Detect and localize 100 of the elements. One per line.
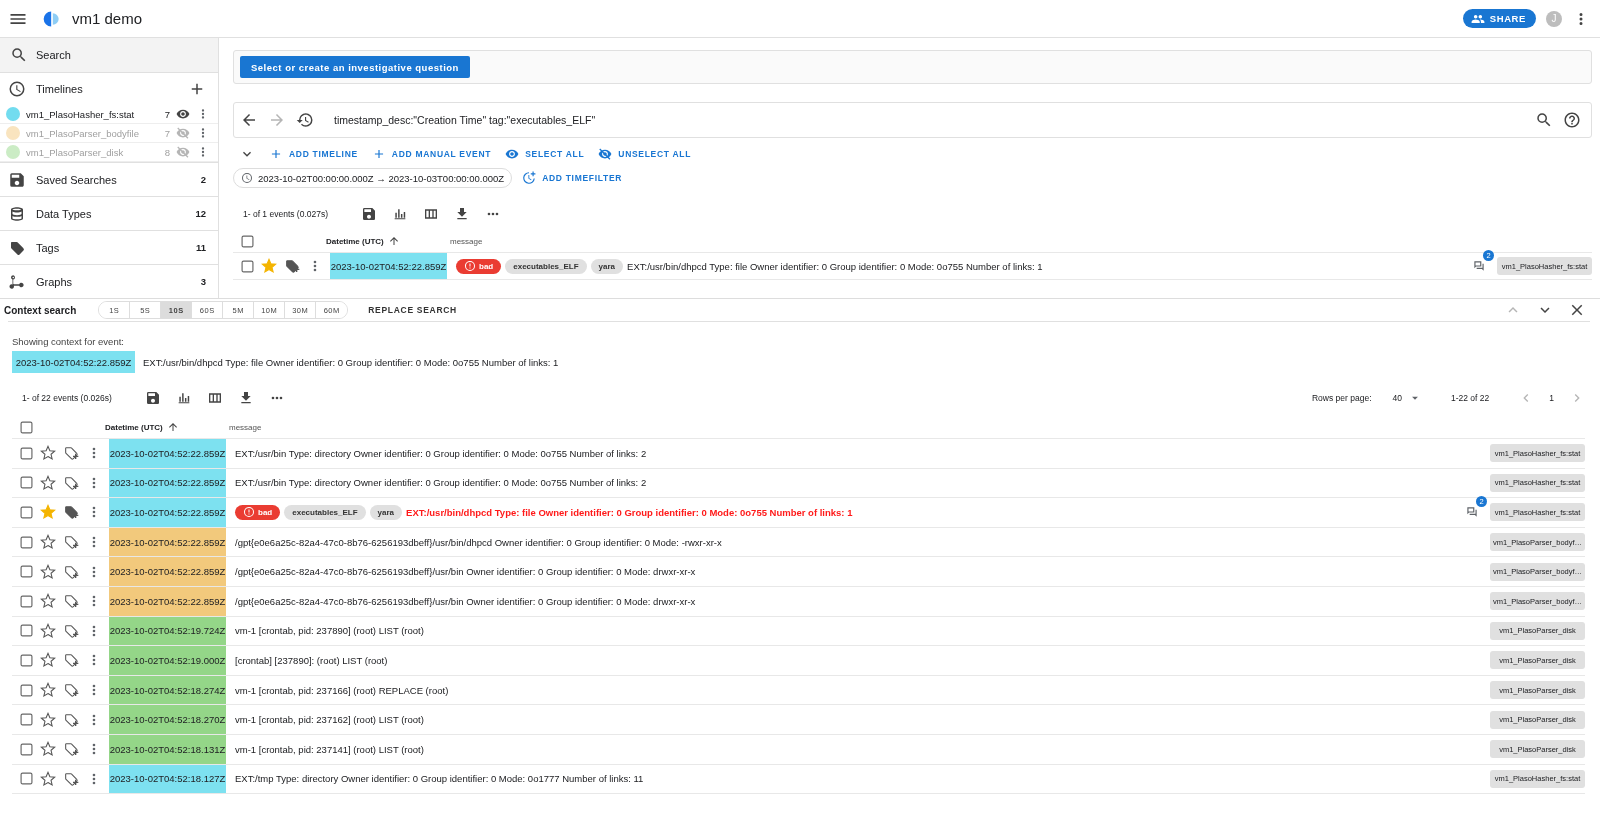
tag-chip[interactable]: yara	[590, 258, 624, 274]
datetime-cell: 2023-10-02T04:52:22.859Z	[12, 351, 135, 373]
search-icon[interactable]	[1535, 111, 1553, 129]
save-icon[interactable]	[144, 390, 161, 406]
eye-icon[interactable]	[176, 107, 190, 121]
action-button[interactable]: UNSELECT ALL	[598, 147, 692, 161]
star-icon[interactable]	[40, 622, 56, 639]
tag-plus-icon[interactable]	[63, 622, 79, 639]
action-button[interactable]: SELECT ALL	[505, 147, 585, 161]
tag-plus-icon[interactable]	[284, 258, 300, 274]
columns-icon[interactable]	[206, 390, 223, 406]
star-icon[interactable]	[40, 445, 56, 462]
event-count: 7	[164, 108, 170, 120]
database-icon	[8, 204, 26, 223]
sidebar-search[interactable]: Search	[0, 38, 218, 73]
timeline-color-dot[interactable]	[6, 107, 20, 121]
tag-chip[interactable]: bad	[456, 258, 502, 274]
star-icon[interactable]	[40, 711, 56, 728]
timeline-color-dot[interactable]	[6, 126, 20, 140]
timeline-name[interactable]: vm1_PlasoHasher_fs:stat	[26, 108, 159, 120]
star-icon[interactable]	[40, 474, 56, 491]
datetime-cell: 2023-10-02T04:52:22.859Z	[109, 586, 226, 616]
row-checkbox[interactable]	[20, 772, 33, 786]
datetime-cell: 2023-10-02T04:52:19.000Z	[109, 646, 226, 675]
event-message: EXT:/usr/bin/dhpcd Type: file Owner identifier: 0 Group identifier: 0 Mode: 0o755 Number of links: 1	[627, 260, 1043, 272]
row-checkbox[interactable]	[20, 742, 33, 756]
star-icon[interactable]	[40, 593, 56, 610]
row-checkbox[interactable]	[20, 535, 33, 549]
event-message: /gpt{e0e6a25c-82a4-47c0-8b76-6256193dbeff}/usr/bin/dhpcd Owner identifier: 0 Group identifier: 0 Mode: -rwxr-xr-x	[235, 536, 722, 548]
row-checkbox[interactable]	[20, 446, 33, 460]
tag-plus-icon[interactable]	[63, 445, 79, 462]
tag-plus-icon[interactable]	[63, 711, 79, 728]
row-checkbox[interactable]	[241, 259, 254, 273]
clock-icon	[8, 80, 26, 98]
row-checkbox[interactable]	[20, 683, 33, 697]
tag-plus-icon[interactable]	[63, 474, 79, 491]
tag-plus-icon[interactable]	[63, 770, 79, 787]
star-icon[interactable]	[40, 652, 56, 669]
comment-icon[interactable]	[1472, 259, 1486, 273]
tag-plus-icon[interactable]	[63, 563, 79, 580]
star-icon[interactable]	[40, 770, 56, 787]
section-count: 2	[200, 174, 206, 185]
star-icon[interactable]	[40, 741, 56, 758]
event-message: vm-1 [crontab, pid: 237141] (root) LIST (root)	[235, 743, 424, 755]
event-message: [crontab] [237890]: (root) LIST (root)	[235, 654, 388, 666]
datetime-cell: 2023-10-02T04:52:18.127Z	[109, 764, 226, 794]
event-message: /gpt{e0e6a25c-82a4-47c0-8b76-6256193dbeff}/usr/bin Owner identifier: 0 Group identifier: 0 Mode: drwxr-xr-x	[235, 566, 696, 578]
replace-search-button[interactable]: REPLACE SEARCH	[362, 304, 463, 316]
tag-plus-icon[interactable]	[63, 534, 79, 551]
section-title[interactable]: Saved Searches	[36, 173, 117, 186]
help-icon[interactable]	[1563, 111, 1581, 129]
section-title[interactable]: Graphs	[36, 275, 73, 288]
page-number[interactable]: 1	[1549, 393, 1554, 403]
tag-chip[interactable]: executables_ELF	[505, 258, 587, 274]
history-icon[interactable]	[296, 111, 314, 129]
column-header: message	[229, 422, 262, 432]
action-button[interactable]: ADD MANUAL EVENT	[371, 147, 492, 161]
star-icon[interactable]	[40, 504, 56, 521]
investigative-question-button[interactable]: Select or create an investigative question	[240, 56, 470, 78]
row-checkbox[interactable]	[20, 624, 33, 638]
tag-chip[interactable]: yara	[369, 505, 403, 520]
section-title[interactable]: Data Types	[36, 207, 92, 220]
eye-off-icon	[598, 147, 613, 161]
row-checkbox[interactable]	[20, 476, 33, 490]
section-title: Timelines	[36, 83, 83, 95]
star-icon[interactable]	[40, 534, 56, 551]
tag-plus-icon[interactable]	[63, 652, 79, 669]
select-all-checkbox[interactable]	[20, 420, 33, 434]
tag-plus-icon[interactable]	[63, 504, 79, 521]
row-checkbox[interactable]	[20, 713, 33, 727]
row-checkbox[interactable]	[20, 565, 33, 579]
page-range: 1-22 of 22	[1451, 393, 1490, 403]
columns-icon[interactable]	[423, 206, 440, 222]
star-icon[interactable]	[40, 682, 56, 699]
timeline-color-dot[interactable]	[6, 145, 20, 159]
tag-plus-icon[interactable]	[63, 741, 79, 758]
search-query-field[interactable]: timestamp_desc:"Creation Time" tag:"executables_ELF"	[334, 114, 1525, 126]
section-title[interactable]: Tags	[36, 241, 60, 254]
star-icon[interactable]	[261, 258, 277, 274]
action-button[interactable]: ADD TIMELINE	[269, 147, 358, 161]
star-icon[interactable]	[40, 563, 56, 580]
add-timefilter-button[interactable]: ADD TIMEFILTER	[522, 171, 623, 185]
column-header[interactable]: Datetime (UTC)	[105, 422, 163, 432]
row-checkbox[interactable]	[20, 506, 33, 519]
clock-plus-icon	[522, 171, 537, 185]
tag-plus-icon[interactable]	[63, 593, 79, 610]
tag-chip[interactable]: bad	[235, 505, 281, 520]
tag-plus-icon[interactable]	[63, 682, 79, 699]
rows-per-page-select[interactable]: 40	[1392, 391, 1422, 405]
row-checkbox[interactable]	[20, 653, 33, 667]
results-summary: 1- of 1 events (0.027s)	[243, 209, 329, 219]
row-checkbox[interactable]	[20, 594, 33, 608]
rows-per-page-label: Rows per page:	[1311, 393, 1372, 403]
column-header[interactable]: Datetime (UTC)	[326, 236, 384, 246]
share-button[interactable]: SHARE	[1462, 9, 1536, 28]
datetime-cell: 2023-10-02T04:52:22.859Z	[109, 557, 226, 586]
event-message: vm-1 [crontab, pid: 237890] (root) LIST (root)	[235, 625, 424, 637]
select-all-checkbox[interactable]	[241, 234, 254, 248]
save-icon[interactable]	[361, 206, 378, 222]
tag-chip[interactable]: executables_ELF	[284, 505, 366, 520]
